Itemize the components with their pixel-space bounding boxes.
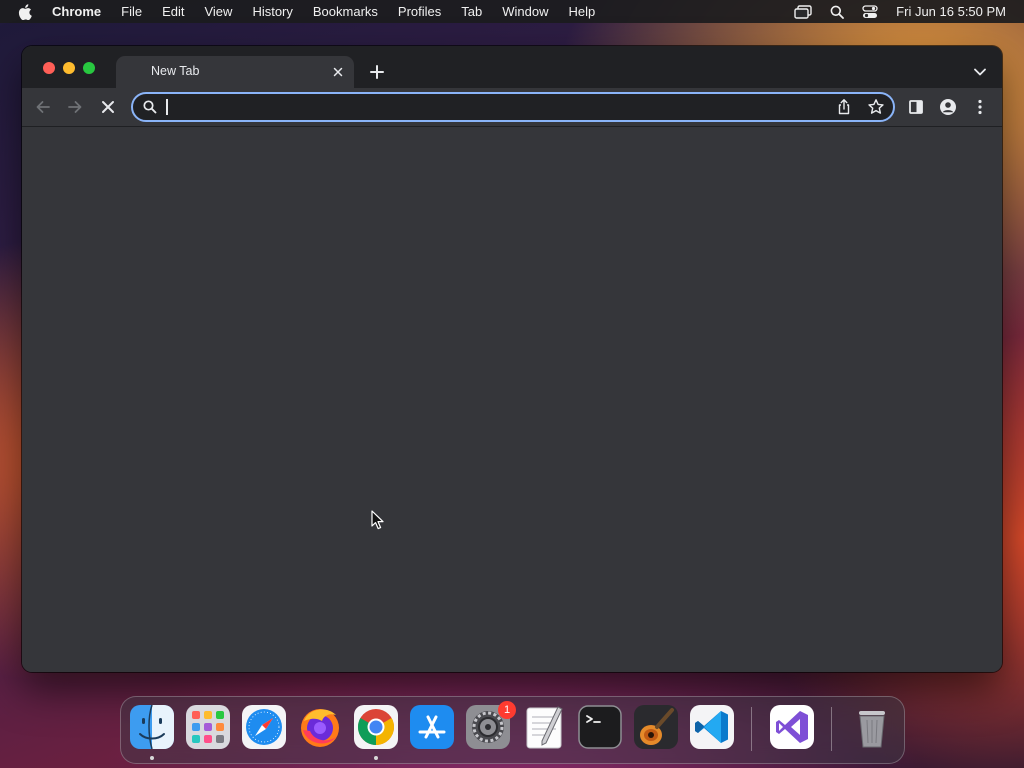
notification-badge: 1 — [498, 701, 516, 719]
safari-icon[interactable] — [242, 705, 286, 749]
chrome-running-indicator — [374, 756, 378, 760]
trash-icon[interactable] — [850, 705, 894, 749]
tab-new-tab[interactable]: New Tab — [116, 56, 354, 88]
window-zoom-button[interactable] — [83, 62, 95, 74]
terminal-icon[interactable] — [578, 705, 622, 749]
visual-studio-icon[interactable] — [770, 705, 814, 749]
dock-separator — [751, 707, 752, 751]
menu-history[interactable]: History — [252, 4, 292, 19]
menu-profiles[interactable]: Profiles — [398, 4, 441, 19]
browser-toolbar — [22, 88, 1002, 127]
menu-tab[interactable]: Tab — [461, 4, 482, 19]
forward-arrow-icon[interactable] — [65, 97, 85, 117]
profile-avatar-icon[interactable] — [938, 97, 958, 117]
chrome-window: New Tab — [22, 46, 1002, 672]
screen-mirroring-icon[interactable] — [794, 4, 812, 19]
menu-bookmarks[interactable]: Bookmarks — [313, 4, 378, 19]
text-caret — [166, 99, 168, 115]
app-store-icon[interactable] — [410, 705, 454, 749]
tab-close-icon[interactable] — [330, 64, 346, 80]
tab-title: New Tab — [151, 64, 200, 78]
tab-strip: New Tab — [22, 46, 1002, 88]
menu-window[interactable]: Window — [502, 4, 548, 19]
menu-bar-status-area: Fri Jun 16 5:50 PM — [794, 0, 1006, 23]
page-content-area[interactable] — [22, 127, 1002, 672]
finder-icon[interactable] — [130, 704, 174, 750]
garageband-icon[interactable] — [634, 705, 678, 749]
mouse-pointer-icon — [371, 510, 384, 530]
menu-bar-clock[interactable]: Fri Jun 16 5:50 PM — [896, 4, 1006, 19]
launchpad-icon[interactable] — [186, 705, 230, 749]
menu-edit[interactable]: Edit — [162, 4, 184, 19]
back-arrow-icon[interactable] — [33, 97, 53, 117]
vscode-icon[interactable] — [690, 705, 734, 749]
menu-help[interactable]: Help — [569, 4, 596, 19]
chrome-icon[interactable] — [354, 705, 398, 749]
share-icon[interactable] — [835, 98, 853, 116]
side-panel-icon[interactable] — [906, 97, 926, 117]
window-minimize-button[interactable] — [63, 62, 75, 74]
dock: 1 — [120, 696, 905, 764]
apple-menu-icon[interactable] — [18, 3, 34, 20]
search-icon — [142, 99, 158, 115]
menu-bar: Chrome File Edit View History Bookmarks … — [0, 0, 1024, 23]
stop-loading-x-icon[interactable] — [98, 97, 118, 117]
new-tab-plus-icon[interactable] — [368, 63, 386, 81]
menu-app-name[interactable]: Chrome — [52, 4, 101, 19]
dock-separator — [831, 707, 832, 751]
menu-file[interactable]: File — [121, 4, 142, 19]
system-settings-icon[interactable]: 1 — [466, 701, 516, 749]
control-center-icon[interactable] — [862, 4, 878, 19]
firefox-icon[interactable] — [298, 705, 342, 749]
tab-search-chevron-down-icon[interactable] — [972, 64, 988, 80]
spotlight-search-icon[interactable] — [830, 5, 845, 19]
address-input[interactable] — [165, 97, 815, 117]
address-bar[interactable] — [131, 92, 895, 122]
more-menu-kebab-icon[interactable] — [970, 97, 990, 117]
menu-view[interactable]: View — [204, 4, 232, 19]
window-close-button[interactable] — [43, 62, 55, 74]
finder-running-indicator — [150, 756, 154, 760]
bookmark-star-icon[interactable] — [867, 98, 885, 116]
textedit-icon[interactable] — [522, 705, 566, 749]
